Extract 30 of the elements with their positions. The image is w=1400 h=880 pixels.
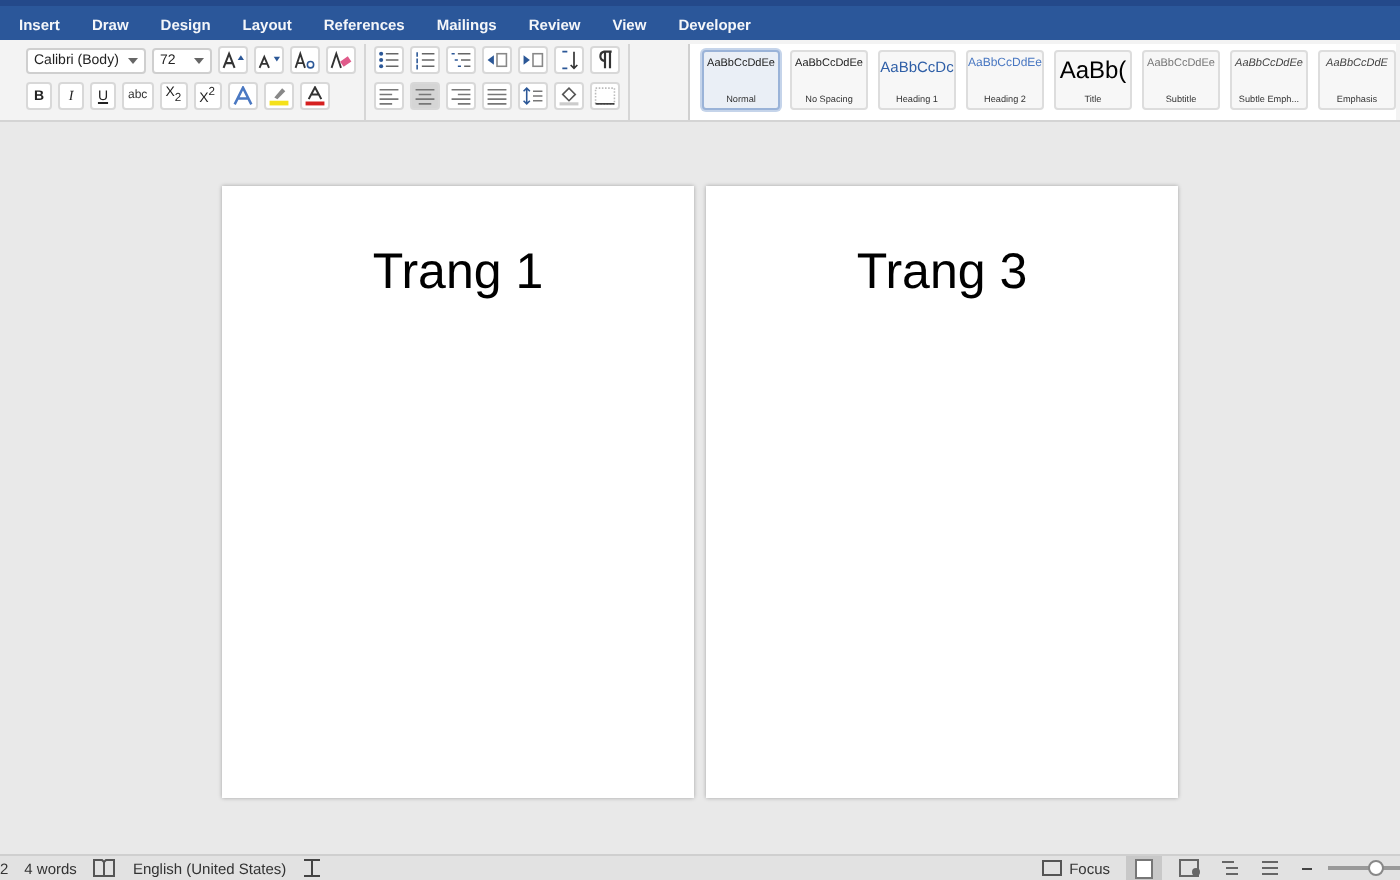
line-spacing-icon[interactable] (518, 82, 548, 110)
caret-icon (194, 57, 204, 63)
align-left-icon[interactable] (374, 82, 404, 110)
decrease-indent-icon[interactable] (482, 46, 512, 74)
draft-view-icon[interactable] (1258, 858, 1282, 878)
outline-view-icon[interactable] (1218, 858, 1242, 878)
shrink-font-icon[interactable] (254, 46, 284, 74)
font-color-icon[interactable] (299, 82, 330, 110)
multilevel-list-icon[interactable] (446, 46, 476, 74)
text-effects-icon[interactable] (227, 82, 258, 110)
shading-icon[interactable] (554, 82, 584, 110)
web-layout-icon[interactable] (1178, 858, 1202, 878)
proofing-book-icon[interactable] (92, 858, 117, 878)
borders-icon[interactable] (590, 82, 620, 110)
change-case-icon[interactable] (290, 46, 320, 74)
numbered-list-icon[interactable] (410, 46, 440, 74)
focus-icon (1041, 860, 1062, 876)
clear-formatting-icon[interactable] (326, 46, 356, 74)
increase-indent-icon[interactable] (518, 46, 548, 74)
grow-font-icon[interactable] (218, 46, 248, 74)
bullet-list-icon[interactable] (374, 46, 404, 74)
caret-icon (128, 57, 138, 63)
print-layout-icon[interactable] (1126, 856, 1162, 880)
align-right-icon[interactable] (446, 82, 476, 110)
pilcrow-icon[interactable] (590, 46, 620, 74)
page-text: Trang 3 (856, 242, 1028, 302)
sort-icon[interactable] (554, 46, 584, 74)
align-center-icon[interactable] (410, 82, 440, 110)
justify-icon[interactable] (482, 82, 512, 110)
page-text: Trang 1 (372, 242, 544, 302)
